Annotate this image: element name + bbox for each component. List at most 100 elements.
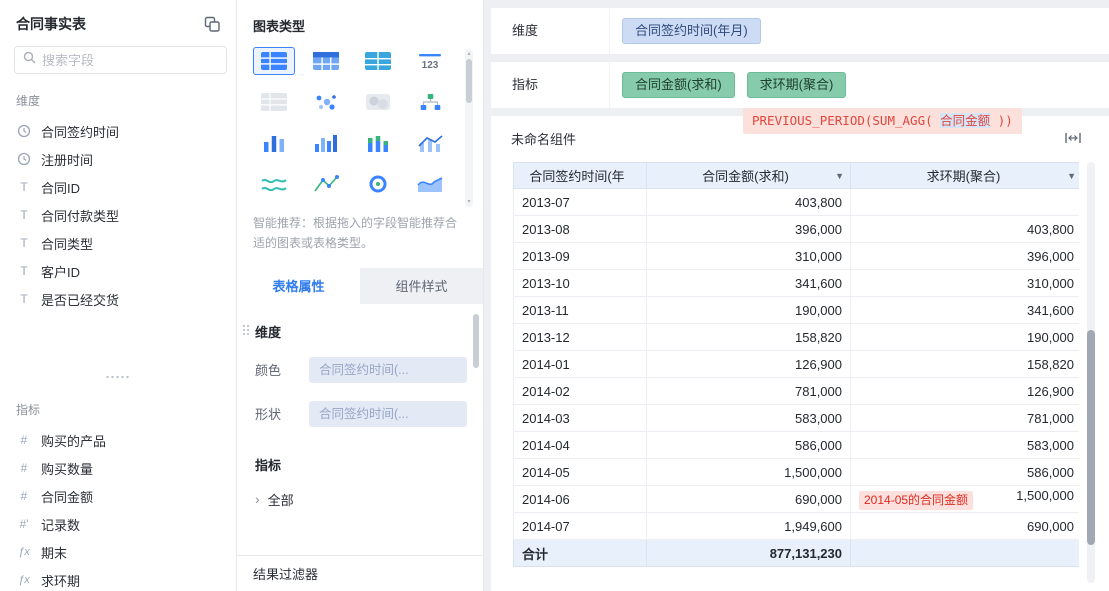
table-cell[interactable]: 126,900 bbox=[646, 350, 851, 378]
table-cell[interactable]: 586,000 bbox=[646, 431, 851, 459]
table-row[interactable]: 2013-11 190,000 341,600 bbox=[513, 296, 1079, 324]
table-cell[interactable]: 126,900 bbox=[850, 377, 1079, 405]
chart-type-kpi-card-icon[interactable]: 123 bbox=[409, 47, 451, 75]
table-cell[interactable]: 583,000 bbox=[646, 404, 851, 432]
chart-type-combo-chart-icon[interactable] bbox=[409, 129, 451, 157]
table-cell[interactable]: 2014-07 bbox=[513, 512, 647, 540]
tab-table-properties[interactable]: 表格属性 bbox=[237, 267, 360, 304]
table-row[interactable]: 2014-05 1,500,000 586,000 bbox=[513, 458, 1079, 486]
table-scrollbar[interactable] bbox=[1087, 162, 1095, 583]
chart-type-tree-chart-icon[interactable] bbox=[409, 88, 451, 116]
field-item[interactable]: #' 记录数 bbox=[0, 510, 236, 538]
result-filter-bar[interactable]: 结果过滤器 bbox=[237, 555, 483, 591]
table-cell[interactable]: 190,000 bbox=[850, 323, 1079, 351]
drag-handle-icon[interactable] bbox=[242, 323, 250, 337]
chart-type-scatter-chart-icon[interactable] bbox=[305, 170, 347, 198]
measure-pill[interactable]: 求环期(聚合) bbox=[746, 72, 847, 98]
table-cell[interactable]: 2014-06 bbox=[513, 485, 647, 513]
table-cell[interactable]: 341,600 bbox=[850, 296, 1079, 324]
table-row[interactable]: 2014-07 1,949,600 690,000 bbox=[513, 512, 1079, 540]
table-row[interactable]: 2014-03 583,000 781,000 bbox=[513, 404, 1079, 432]
table-cell[interactable]: 310,000 bbox=[646, 242, 851, 270]
table-cell[interactable]: 1,500,000 bbox=[646, 458, 851, 486]
table-cell[interactable]: 690,000 bbox=[850, 512, 1079, 540]
search-input[interactable] bbox=[14, 46, 227, 74]
scroll-up-icon[interactable]: ▴ bbox=[465, 50, 473, 58]
scrollbar-thumb[interactable] bbox=[473, 313, 479, 368]
table-cell[interactable]: 2014-04 bbox=[513, 431, 647, 459]
chart-type-heat-map-icon[interactable] bbox=[357, 88, 399, 116]
table-cell[interactable]: 2014-05 bbox=[513, 458, 647, 486]
field-item[interactable]: 合同签约时间 bbox=[0, 117, 236, 145]
table-cell[interactable]: 1,949,600 bbox=[646, 512, 851, 540]
table-cell[interactable]: 396,000 bbox=[850, 242, 1079, 270]
table-row[interactable]: 2014-02 781,000 126,900 bbox=[513, 377, 1079, 405]
column-header[interactable]: 求环期(聚合) ▼ bbox=[850, 162, 1079, 189]
table-cell[interactable]: 583,000 bbox=[850, 431, 1079, 459]
table-cell[interactable]: 190,000 bbox=[646, 296, 851, 324]
chart-type-pivot-table-icon[interactable] bbox=[253, 88, 295, 116]
field-item[interactable]: ƒx 期末 bbox=[0, 538, 236, 566]
switch-table-icon[interactable] bbox=[204, 16, 220, 32]
table-cell[interactable]: 158,820 bbox=[850, 350, 1079, 378]
table-cell[interactable]: 310,000 bbox=[850, 269, 1079, 297]
chart-type-stacked-bar-chart-icon[interactable] bbox=[357, 129, 399, 157]
chart-type-column-chart-icon[interactable] bbox=[305, 129, 347, 157]
column-header[interactable]: 合同签约时间(年 bbox=[513, 162, 647, 189]
table-cell[interactable]: 341,600 bbox=[646, 269, 851, 297]
table-cell[interactable]: 781,000 bbox=[646, 377, 851, 405]
table-row[interactable]: 2013-10 341,600 310,000 bbox=[513, 269, 1079, 297]
field-item[interactable]: T 合同付款类型 bbox=[0, 201, 236, 229]
table-cell[interactable]: 2013-08 bbox=[513, 215, 647, 243]
chart-type-line-chart-icon[interactable] bbox=[253, 170, 295, 198]
sort-icon[interactable]: ▼ bbox=[1067, 171, 1076, 181]
table-row[interactable]: 2013-08 396,000 403,800 bbox=[513, 215, 1079, 243]
scrollbar-thumb[interactable] bbox=[1087, 330, 1095, 545]
table-cell[interactable]: 403,800 bbox=[850, 215, 1079, 243]
all-group-row[interactable]: › 全部 bbox=[255, 490, 467, 509]
field-item[interactable]: # 合同金额 bbox=[0, 482, 236, 510]
chart-type-bar-chart-icon[interactable] bbox=[253, 129, 295, 157]
table-cell[interactable]: 2013-07 bbox=[513, 188, 647, 216]
table-row[interactable]: 2013-12 158,820 190,000 bbox=[513, 323, 1079, 351]
chart-grid-scrollbar[interactable]: ▴ ▾ bbox=[465, 49, 473, 207]
color-field-pill[interactable]: 合同签约时间(... bbox=[309, 356, 467, 383]
table-cell[interactable]: 2014-03 bbox=[513, 404, 647, 432]
table-cell[interactable]: 2014-01 bbox=[513, 350, 647, 378]
chart-type-detail-table-icon[interactable] bbox=[357, 47, 399, 75]
table-cell[interactable]: 2013-10 bbox=[513, 269, 647, 297]
table-cell[interactable]: 2013-09 bbox=[513, 242, 647, 270]
field-item[interactable]: T 客户ID bbox=[0, 257, 236, 285]
sort-icon[interactable]: ▼ bbox=[835, 171, 844, 181]
field-item[interactable]: # 购买数量 bbox=[0, 454, 236, 482]
table-row-highlighted[interactable]: 2014-06 690,000 2014-05的合同金额 1,500,000 bbox=[513, 485, 1079, 513]
table-row[interactable]: 2014-04 586,000 583,000 bbox=[513, 431, 1079, 459]
table-cell[interactable]: 2014-02 bbox=[513, 377, 647, 405]
table-cell[interactable] bbox=[850, 188, 1079, 216]
chart-type-point-map-icon[interactable] bbox=[305, 88, 347, 116]
table-cell[interactable]: 158,820 bbox=[646, 323, 851, 351]
dimension-pill[interactable]: 合同签约时间(年月) bbox=[622, 18, 761, 44]
tab-component-style[interactable]: 组件样式 bbox=[360, 268, 483, 304]
field-item[interactable]: # 购买的产品 bbox=[0, 426, 236, 454]
table-row[interactable]: 2014-01 126,900 158,820 bbox=[513, 350, 1079, 378]
table-cell[interactable]: 690,000 bbox=[646, 485, 851, 513]
table-cell[interactable]: 2013-11 bbox=[513, 296, 647, 324]
table-cell[interactable]: 586,000 bbox=[850, 458, 1079, 486]
chart-type-area-chart-icon[interactable] bbox=[409, 170, 451, 198]
measure-pill[interactable]: 合同金额(求和) bbox=[622, 72, 735, 98]
fit-width-icon[interactable] bbox=[1065, 131, 1081, 145]
field-item[interactable]: 注册时间 bbox=[0, 145, 236, 173]
chart-type-cross-table-icon[interactable] bbox=[305, 47, 347, 75]
table-cell[interactable]: 403,800 bbox=[646, 188, 851, 216]
table-cell[interactable]: 396,000 bbox=[646, 215, 851, 243]
table-cell[interactable]: 2013-12 bbox=[513, 323, 647, 351]
table-cell[interactable]: 2014-05的合同金额 1,500,000 bbox=[850, 485, 1079, 513]
field-item[interactable]: T 合同类型 bbox=[0, 229, 236, 257]
shape-field-pill[interactable]: 合同签约时间(... bbox=[309, 400, 467, 427]
scroll-down-icon[interactable]: ▾ bbox=[465, 198, 473, 206]
scrollbar-thumb[interactable] bbox=[466, 59, 472, 103]
table-row[interactable]: 2013-07 403,800 bbox=[513, 188, 1079, 216]
chart-type-gauge-chart-icon[interactable] bbox=[357, 170, 399, 198]
field-item[interactable]: T 是否已经交货 bbox=[0, 285, 236, 313]
